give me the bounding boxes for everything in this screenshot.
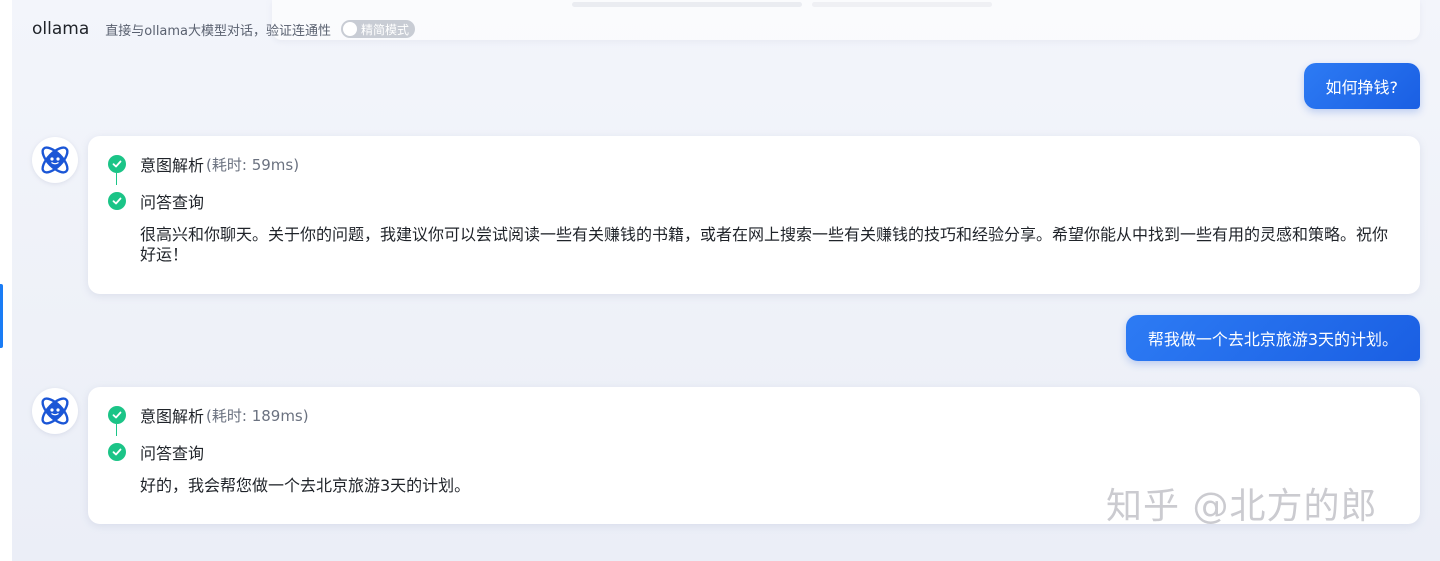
step-label: 意图解析 bbox=[140, 156, 205, 175]
bot-avatar bbox=[32, 137, 78, 183]
app-window: ollama 直接与ollama大模型对话，验证连通性 精简模式 如何挣钱? 意… bbox=[0, 0, 1440, 561]
user-message-text: 如何挣钱? bbox=[1325, 78, 1399, 97]
page-title: ollama bbox=[32, 19, 90, 39]
step-label: 意图解析 bbox=[140, 407, 205, 426]
chat-header: ollama 直接与ollama大模型对话，验证连通性 精简模式 bbox=[32, 14, 416, 44]
concise-mode-toggle[interactable]: 精简模式 bbox=[341, 20, 416, 38]
check-circle-icon bbox=[108, 155, 126, 173]
toggle-label: 精简模式 bbox=[361, 22, 410, 37]
header-backdrop bbox=[272, 0, 1420, 40]
chat-area: ollama 直接与ollama大模型对话，验证连通性 精简模式 如何挣钱? 意… bbox=[12, 0, 1440, 561]
step-intent-parse: 意图解析 (耗时: 59ms) bbox=[108, 152, 299, 176]
faded-text-line bbox=[572, 2, 802, 7]
watermark: 知乎 @北方的郎 bbox=[1106, 486, 1378, 527]
bot-avatar bbox=[32, 388, 78, 434]
step-intent-parse: 意图解析 (耗时: 189ms) bbox=[108, 403, 309, 427]
page-subtitle: 直接与ollama大模型对话，验证连通性 bbox=[105, 23, 332, 39]
toggle-knob bbox=[343, 22, 358, 36]
robot-atom-icon bbox=[41, 397, 69, 425]
bot-response-card: 意图解析 (耗时: 59ms) 问答查询 很高兴和你聊天。关于你的问题，我建议你… bbox=[88, 136, 1420, 294]
user-message-bubble: 如何挣钱? bbox=[1303, 63, 1420, 109]
step-duration: (耗时: 189ms) bbox=[206, 406, 309, 425]
step-connector bbox=[116, 173, 117, 185]
step-qa-query: 问答查询 bbox=[108, 189, 204, 213]
step-label: 问答查询 bbox=[140, 193, 205, 212]
bot-answer-text: 很高兴和你聊天。关于你的问题，我建议你可以尝试阅读一些有关赚钱的书籍，或者在网上… bbox=[140, 225, 1389, 264]
step-label: 问答查询 bbox=[140, 444, 205, 463]
check-circle-icon bbox=[108, 443, 126, 461]
check-circle-icon bbox=[108, 406, 126, 424]
robot-atom-icon bbox=[41, 146, 69, 174]
step-duration: (耗时: 59ms) bbox=[206, 155, 300, 174]
faded-text-line bbox=[812, 2, 992, 7]
sidebar-active-marker bbox=[0, 284, 3, 348]
check-circle-icon bbox=[108, 192, 126, 210]
user-message-text: 帮我做一个去北京旅游3天的计划。 bbox=[1147, 330, 1398, 349]
user-message-bubble: 帮我做一个去北京旅游3天的计划。 bbox=[1125, 315, 1420, 361]
step-qa-query: 问答查询 bbox=[108, 440, 204, 464]
step-connector bbox=[116, 424, 117, 436]
